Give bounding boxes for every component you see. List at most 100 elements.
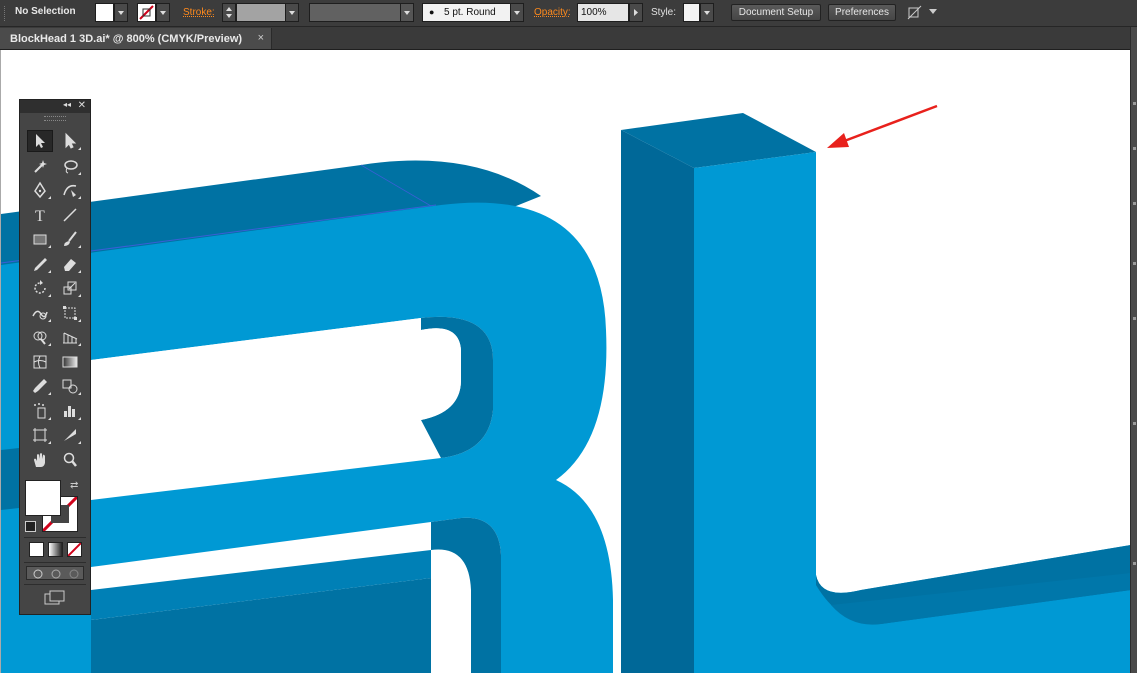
blend-tool-icon [62, 379, 78, 394]
brush-dropdown[interactable] [510, 3, 524, 22]
opacity-slider-button[interactable] [629, 3, 643, 22]
stroke-dropdown-button[interactable] [156, 3, 170, 22]
free-transform-tool-button[interactable] [57, 302, 83, 324]
document-tab[interactable]: BlockHead 1 3D.ai* @ 800% (CMYK/Preview)… [0, 28, 272, 49]
pen-tool-icon [34, 181, 46, 199]
close-panel-icon[interactable]: ✕ [78, 100, 86, 111]
scale-tool-button[interactable] [57, 277, 83, 299]
gradient-mode-button[interactable] [48, 542, 63, 557]
perspective-grid-tool-button[interactable] [57, 326, 83, 348]
style-dropdown[interactable] [700, 3, 714, 22]
gradient-tool-icon [62, 356, 78, 368]
preferences-button[interactable]: Preferences [828, 4, 896, 21]
direct-selection-tool-icon [65, 132, 77, 149]
drawing-modes[interactable] [26, 566, 84, 580]
blockhead-3d-artwork[interactable] [1, 50, 1130, 673]
width-profile-dropdown[interactable] [400, 3, 414, 22]
collapse-panel-icon[interactable]: ◂◂ [63, 100, 71, 109]
eraser-tool-button[interactable] [57, 253, 83, 275]
document-setup-button[interactable]: Document Setup [731, 4, 821, 21]
column-graph-tool-icon [64, 406, 75, 417]
none-mode-button[interactable] [67, 542, 82, 557]
warp-tool-button[interactable] [27, 302, 53, 324]
type-tool-button[interactable]: T [27, 204, 53, 226]
tools-panel-header[interactable]: ◂◂ ✕ [20, 100, 90, 113]
shape-builder-tool-button[interactable] [27, 326, 53, 348]
annotation-arrow [838, 104, 938, 145]
fill-swatch-front[interactable] [25, 480, 61, 516]
default-colors-icon[interactable] [25, 521, 36, 532]
curvature-tool-button[interactable] [57, 179, 83, 201]
panel-menu-chevron-down-icon[interactable] [929, 9, 937, 14]
pen-tool-button[interactable] [27, 179, 53, 201]
mesh-tool-icon [33, 355, 47, 369]
stroke-weight-stepper[interactable] [222, 3, 236, 22]
line-segment-tool-button[interactable] [57, 204, 83, 226]
rectangle-tool-button[interactable] [27, 228, 53, 250]
l-side-face [621, 130, 694, 673]
stroke-weight-input[interactable] [236, 3, 286, 22]
opacity-label[interactable]: Opacity: [534, 7, 571, 18]
hand-tool-button[interactable] [27, 449, 53, 471]
free-transform-tool-icon [63, 306, 77, 320]
warp-tool-icon [32, 310, 48, 320]
scale-tool-icon [63, 281, 77, 295]
brush-definition[interactable]: ● 5 pt. Round [422, 3, 511, 22]
magic-wand-tool-icon [34, 160, 47, 173]
opacity-input[interactable]: 100% [577, 3, 629, 22]
selection-tool-button[interactable] [27, 130, 53, 152]
zoom-tool-icon [63, 452, 77, 467]
panel-grip[interactable] [4, 6, 8, 21]
arrange-documents-icon[interactable] [907, 5, 923, 21]
stroke-color-swatch[interactable] [137, 3, 156, 22]
variable-width-profile[interactable] [309, 3, 401, 22]
perspective-grid-tool-icon [63, 332, 78, 344]
rotate-tool-button[interactable] [27, 277, 53, 299]
stroke-weight-dropdown[interactable] [285, 3, 299, 22]
artboard-tool-button[interactable] [27, 424, 53, 446]
rectangle-tool-icon [33, 234, 47, 245]
brush-dot-icon: ● [429, 7, 435, 17]
lasso-tool-button[interactable] [57, 155, 83, 177]
magic-wand-tool-button[interactable] [27, 155, 53, 177]
mesh-tool-button[interactable] [27, 351, 53, 373]
fill-dropdown-button[interactable] [114, 3, 128, 22]
blend-tool-button[interactable] [57, 375, 83, 397]
tools-panel-grip[interactable] [44, 116, 66, 121]
fill-color-swatch[interactable] [95, 3, 114, 22]
pencil-tool-button[interactable] [27, 253, 53, 275]
screen-mode-icon[interactable] [44, 590, 66, 606]
column-graph-tool-button[interactable] [57, 400, 83, 422]
artboard-canvas[interactable] [0, 50, 1130, 673]
document-tab-bar: BlockHead 1 3D.ai* @ 800% (CMYK/Preview)… [0, 27, 1137, 50]
brush-label: 5 pt. Round [444, 7, 496, 18]
gradient-tool-button[interactable] [57, 351, 83, 373]
close-tab-icon[interactable]: × [258, 32, 264, 44]
right-panel-dock-edge[interactable] [1130, 27, 1137, 673]
slice-tool-icon [64, 429, 76, 441]
eyedropper-tool-button[interactable] [27, 375, 53, 397]
none-slash-icon [68, 543, 81, 556]
eyedropper-tool-icon [33, 379, 47, 393]
zoom-tool-button[interactable] [57, 449, 83, 471]
hand-tool-icon [34, 453, 45, 467]
curvature-tool-icon [63, 184, 77, 197]
draw-modes-icon [33, 569, 79, 579]
artboard-tool-icon [33, 428, 47, 442]
graphic-style-swatch[interactable] [683, 3, 700, 22]
line-segment-tool-icon [63, 208, 77, 222]
tools-panel[interactable]: ◂◂ ✕ T ⇄ [19, 99, 91, 615]
symbol-sprayer-tool-button[interactable] [27, 400, 53, 422]
lasso-tool-icon [64, 160, 78, 174]
slice-tool-button[interactable] [57, 424, 83, 446]
paintbrush-tool-button[interactable] [57, 228, 83, 250]
annotation-arrowhead [827, 133, 849, 148]
color-mode-button[interactable] [29, 542, 44, 557]
direct-selection-tool-button[interactable] [57, 130, 83, 152]
selection-status: No Selection [15, 6, 76, 17]
shape-builder-tool-icon [33, 331, 47, 345]
stroke-label[interactable]: Stroke: [183, 7, 215, 18]
pencil-tool-icon [34, 258, 47, 271]
paintbrush-tool-icon [64, 231, 77, 246]
swap-fill-stroke-icon[interactable]: ⇄ [70, 480, 78, 491]
